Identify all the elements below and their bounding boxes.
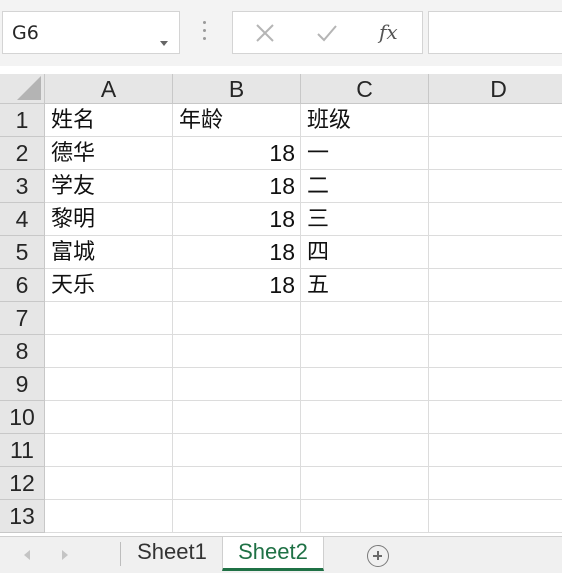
cell-a4[interactable]: 黎明	[45, 203, 173, 236]
cell-c11[interactable]	[301, 434, 429, 467]
select-all-button[interactable]	[0, 74, 45, 104]
cell-a3[interactable]: 学友	[45, 170, 173, 203]
cell-c1[interactable]: 班级	[301, 104, 429, 137]
chevron-down-icon[interactable]	[160, 41, 168, 46]
cell-a1[interactable]: 姓名	[45, 104, 173, 137]
cell-a9[interactable]	[45, 368, 173, 401]
cell-d1[interactable]	[429, 104, 562, 137]
cell-b2[interactable]: 18	[173, 137, 301, 170]
cell-a8[interactable]	[45, 335, 173, 368]
name-box[interactable]: G6	[2, 11, 180, 54]
cell-b11[interactable]	[173, 434, 301, 467]
sheet-tab-sheet2[interactable]: Sheet2	[222, 537, 324, 571]
formula-bar: G6 fx	[0, 0, 562, 66]
cell-c5[interactable]: 四	[301, 236, 429, 269]
cell-a11[interactable]	[45, 434, 173, 467]
cell-a7[interactable]	[45, 302, 173, 335]
cell-d10[interactable]	[429, 401, 562, 434]
fx-icon[interactable]: fx	[379, 20, 398, 44]
cell-c13[interactable]	[301, 500, 429, 533]
cell-b12[interactable]	[173, 467, 301, 500]
column-header-b[interactable]: B	[173, 74, 301, 104]
cell-d4[interactable]	[429, 203, 562, 236]
cell-d12[interactable]	[429, 467, 562, 500]
cell-b1[interactable]: 年龄	[173, 104, 301, 137]
cell-c8[interactable]	[301, 335, 429, 368]
close-icon[interactable]	[253, 21, 277, 45]
cell-c2[interactable]: 一	[301, 137, 429, 170]
cell-a6[interactable]: 天乐	[45, 269, 173, 302]
row-header-8[interactable]: 8	[0, 335, 45, 368]
cell-d5[interactable]	[429, 236, 562, 269]
cell-c4[interactable]: 三	[301, 203, 429, 236]
row-header-11[interactable]: 11	[0, 434, 45, 467]
column-header-d[interactable]: D	[429, 74, 562, 104]
cell-a12[interactable]	[45, 467, 173, 500]
cell-b8[interactable]	[173, 335, 301, 368]
cell-d3[interactable]	[429, 170, 562, 203]
cell-d7[interactable]	[429, 302, 562, 335]
cell-c3[interactable]: 二	[301, 170, 429, 203]
cell-b5[interactable]: 18	[173, 236, 301, 269]
row-header-2[interactable]: 2	[0, 137, 45, 170]
cell-a5[interactable]: 富城	[45, 236, 173, 269]
row-header-4[interactable]: 4	[0, 203, 45, 236]
chevron-left-icon[interactable]	[24, 550, 30, 560]
cell-b6[interactable]: 18	[173, 269, 301, 302]
cell-c10[interactable]	[301, 401, 429, 434]
cell-c6[interactable]: 五	[301, 269, 429, 302]
cell-b7[interactable]	[173, 302, 301, 335]
cell-d2[interactable]	[429, 137, 562, 170]
row-header-1[interactable]: 1	[0, 104, 45, 137]
cell-b10[interactable]	[173, 401, 301, 434]
row-header-6[interactable]: 6	[0, 269, 45, 302]
column-header-a[interactable]: A	[45, 74, 173, 104]
cell-d11[interactable]	[429, 434, 562, 467]
chevron-right-icon[interactable]	[62, 550, 68, 560]
row-header-9[interactable]: 9	[0, 368, 45, 401]
cell-d8[interactable]	[429, 335, 562, 368]
cell-c9[interactable]	[301, 368, 429, 401]
row-header-5[interactable]: 5	[0, 236, 45, 269]
row-header-7[interactable]: 7	[0, 302, 45, 335]
sheet-tab-sheet1[interactable]: Sheet1	[124, 537, 220, 571]
cell-a2[interactable]: 德华	[45, 137, 173, 170]
cell-d9[interactable]	[429, 368, 562, 401]
row-header-12[interactable]: 12	[0, 467, 45, 500]
formula-bar-grip-icon[interactable]	[203, 21, 207, 45]
cell-d13[interactable]	[429, 500, 562, 533]
check-icon[interactable]	[315, 21, 339, 45]
plus-circle-icon[interactable]	[367, 545, 389, 567]
spreadsheet-grid: A B C D 1 姓名 年龄 班级 2 德华 18 一 3 学友 18 二 4 黎明 18 三 5 富城 18 四 6 天乐 18…	[0, 74, 562, 536]
cell-b3[interactable]: 18	[173, 170, 301, 203]
cell-b13[interactable]	[173, 500, 301, 533]
cell-b9[interactable]	[173, 368, 301, 401]
row-header-10[interactable]: 10	[0, 401, 45, 434]
formula-input[interactable]	[428, 11, 562, 54]
cell-c12[interactable]	[301, 467, 429, 500]
cell-c7[interactable]	[301, 302, 429, 335]
cell-d6[interactable]	[429, 269, 562, 302]
row-header-3[interactable]: 3	[0, 170, 45, 203]
sheet-tab-bar: Sheet1 Sheet2	[0, 536, 562, 573]
name-box-value: G6	[12, 22, 39, 44]
cell-b4[interactable]: 18	[173, 203, 301, 236]
tab-divider	[120, 542, 121, 566]
cell-a10[interactable]	[45, 401, 173, 434]
cell-a13[interactable]	[45, 500, 173, 533]
row-header-13[interactable]: 13	[0, 500, 45, 533]
formula-buttons: fx	[232, 11, 423, 54]
column-header-c[interactable]: C	[301, 74, 429, 104]
select-all-triangle-icon	[17, 76, 41, 100]
